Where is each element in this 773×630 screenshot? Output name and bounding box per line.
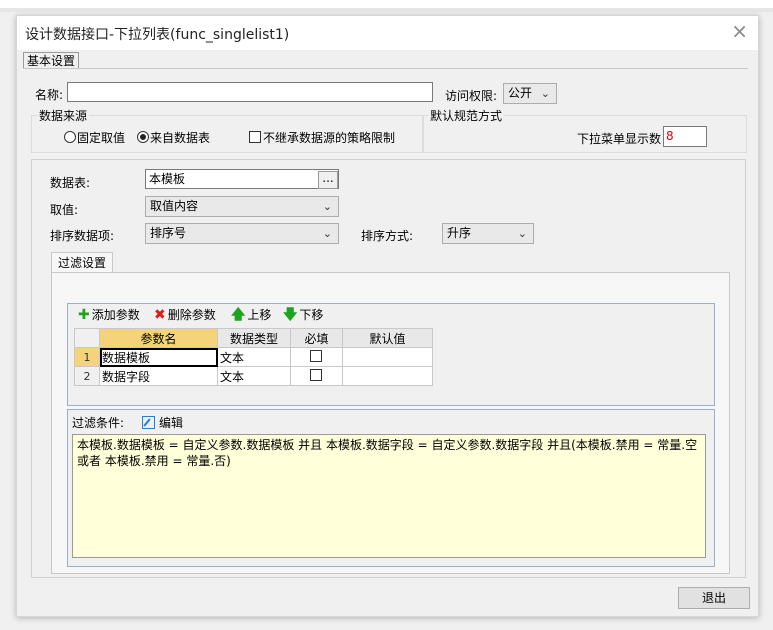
edit-condition-label: 编辑	[159, 416, 184, 430]
tab-filter-settings[interactable]: 过滤设置	[51, 252, 114, 273]
inherit-policy-checkbox[interactable]: 不继承数据源的策略限制	[249, 129, 395, 146]
dropdown-count-input[interactable]: 8	[663, 126, 707, 147]
edit-icon	[142, 416, 155, 429]
table-header-row: 参数名 数据类型 必填 默认值	[74, 328, 433, 348]
row-number-header	[74, 328, 100, 348]
header-data-type[interactable]: 数据类型	[217, 328, 291, 348]
sort-order-label: 排序方式:	[361, 229, 414, 243]
dialog-window: 设计数据接口-下拉列表(func_singlelist1) × 基本设置 名称:…	[16, 15, 759, 617]
radio-selected-icon	[137, 131, 149, 143]
radio-from-table[interactable]: 来自数据表	[137, 129, 210, 146]
move-up-button[interactable]: 🡅 上移	[231, 306, 271, 324]
exit-button[interactable]: 退出	[678, 587, 750, 609]
default-cell[interactable]	[342, 366, 433, 386]
sort-order-value: 升序	[447, 226, 472, 240]
value-label: 取值:	[50, 203, 79, 217]
dropdown-count-label: 下拉菜单显示数	[577, 132, 662, 146]
table-row[interactable]: 1 数据模板 文本	[74, 347, 433, 367]
row-number: 2	[74, 366, 100, 386]
checkbox-icon	[249, 131, 261, 143]
condition-label: 过滤条件:	[72, 416, 125, 430]
chevron-down-icon: ⌄	[322, 200, 332, 213]
chevron-down-icon: ⌄	[540, 87, 550, 100]
radio-fixed-value[interactable]: 固定取值	[64, 129, 125, 146]
value-select[interactable]: 取值内容 ⌄	[145, 196, 339, 217]
header-required[interactable]: 必填	[290, 328, 343, 348]
move-down-label: 下移	[299, 308, 324, 322]
table-input[interactable]: 本模板	[145, 169, 339, 189]
arrow-up-icon: 🡅	[231, 307, 246, 323]
row-number: 1	[74, 347, 100, 367]
inherit-policy-label: 不继承数据源的策略限制	[263, 131, 396, 145]
close-icon[interactable]: ×	[731, 19, 748, 43]
required-cell[interactable]	[290, 366, 343, 386]
add-param-button[interactable]: ✚ 添加参数	[78, 306, 140, 324]
parameters-table: 参数名 数据类型 必填 默认值 1 数据模板 文本 2 数据字段 文本	[74, 328, 433, 386]
required-cell[interactable]	[290, 347, 343, 367]
value-select-value: 取值内容	[150, 199, 199, 213]
name-input-value	[68, 85, 71, 99]
add-param-label: 添加参数	[91, 308, 140, 322]
required-checkbox[interactable]	[309, 350, 322, 362]
access-label: 访问权限:	[445, 89, 498, 103]
plus-icon: ✚	[78, 307, 90, 323]
background-strip	[0, 0, 773, 12]
default-spec-legend: 默认规范方式	[428, 107, 505, 124]
name-label: 名称:	[35, 88, 64, 102]
tab-divider	[23, 68, 748, 69]
chevron-down-icon: ⌄	[517, 227, 527, 240]
tab-basic-settings[interactable]: 基本设置	[23, 52, 80, 69]
name-input[interactable]	[67, 82, 433, 102]
header-param-name[interactable]: 参数名	[99, 328, 218, 348]
sort-field-select[interactable]: 排序号 ⌄	[145, 223, 339, 244]
title-bar: 设计数据接口-下拉列表(func_singlelist1) ×	[17, 16, 758, 50]
access-select[interactable]: 公开 ⌄	[503, 83, 557, 104]
param-name-cell[interactable]: 数据模板	[99, 347, 218, 367]
dropdown-count-value: 8	[666, 129, 674, 143]
radio-icon	[64, 131, 76, 143]
window-title: 设计数据接口-下拉列表(func_singlelist1)	[25, 27, 290, 43]
default-cell[interactable]	[342, 347, 433, 367]
table-label: 数据表:	[50, 176, 91, 190]
edit-condition-button[interactable]: 编辑	[142, 414, 183, 431]
chevron-down-icon: ⌄	[322, 227, 332, 240]
sort-order-select[interactable]: 升序 ⌄	[442, 223, 534, 244]
data-source-legend: 数据来源	[37, 107, 90, 124]
delete-param-button[interactable]: ✖ 删除参数	[154, 306, 216, 324]
browse-button[interactable]: ...	[318, 171, 338, 189]
sort-field-label: 排序数据项:	[50, 229, 115, 243]
move-down-button[interactable]: 🡇 下移	[283, 306, 323, 324]
header-default[interactable]: 默认值	[342, 328, 433, 348]
delete-param-label: 删除参数	[167, 308, 216, 322]
radio-table-label: 来自数据表	[150, 131, 211, 145]
arrow-down-icon: 🡇	[283, 307, 298, 323]
access-select-value: 公开	[508, 86, 533, 100]
parameters-box: ✚ 添加参数 ✖ 删除参数 🡅 上移 🡇 下移 参数名 数据类型 必填 默认值 1 数据…	[67, 303, 715, 406]
required-checkbox[interactable]	[309, 369, 322, 381]
table-row[interactable]: 2 数据字段 文本	[74, 366, 433, 386]
sort-field-value: 排序号	[150, 226, 187, 240]
data-type-cell[interactable]: 文本	[217, 366, 291, 386]
radio-fixed-label: 固定取值	[77, 131, 126, 145]
param-name-cell[interactable]: 数据字段	[99, 366, 218, 386]
delete-icon: ✖	[154, 307, 166, 323]
data-type-cell[interactable]: 文本	[217, 347, 291, 367]
move-up-label: 上移	[247, 308, 272, 322]
condition-text[interactable]: 本模板.数据模板 = 自定义参数.数据模板 并且 本模板.数据字段 = 自定义参…	[72, 434, 706, 558]
table-input-value: 本模板	[149, 172, 186, 186]
